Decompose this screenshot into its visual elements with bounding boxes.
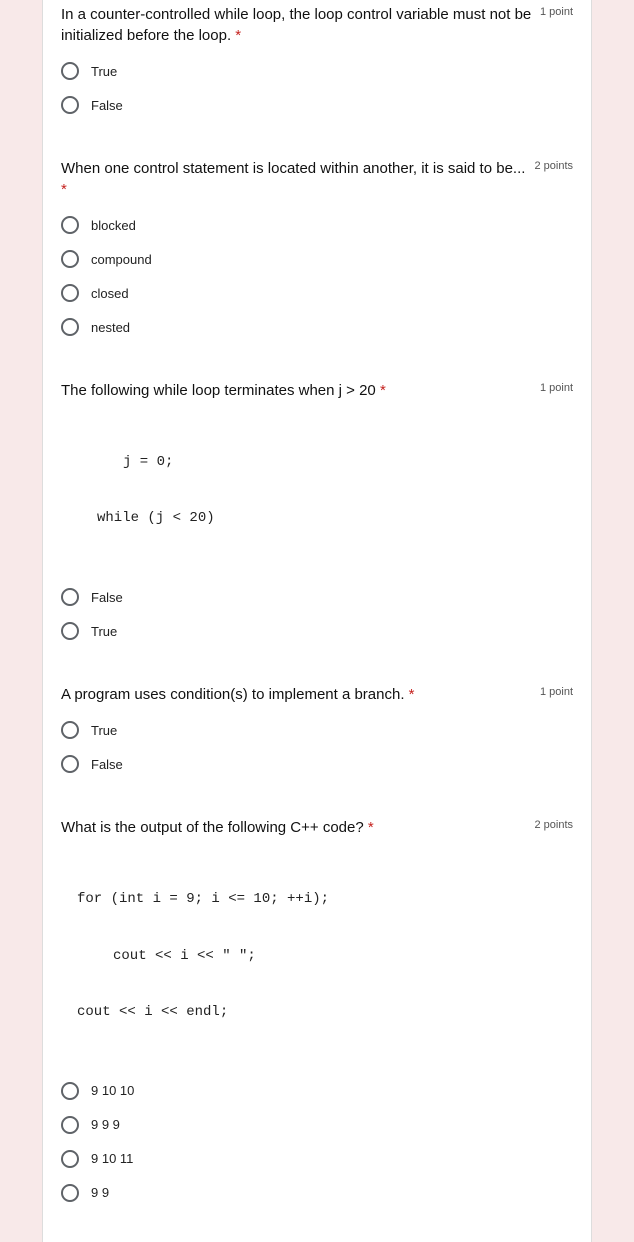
question-title: The following while loop terminates when… xyxy=(61,380,540,401)
required-mark: * xyxy=(380,382,386,399)
question-header: In a counter-controlled while loop, the … xyxy=(61,4,573,46)
option-label: True xyxy=(91,64,117,79)
question-title: A program uses condition(s) to implement… xyxy=(61,684,540,705)
code-line: cout << i << " "; xyxy=(113,947,573,966)
option-b[interactable]: 9 9 9 xyxy=(61,1116,573,1134)
option-blocked[interactable]: blocked xyxy=(61,216,573,234)
question-block: When one control statement is located wi… xyxy=(43,154,591,376)
option-label: 9 9 xyxy=(91,1185,109,1200)
options-group: True False xyxy=(61,62,573,114)
options-group: blocked compound closed nested xyxy=(61,216,573,336)
option-false[interactable]: False xyxy=(61,755,573,773)
question-block: The following while loop terminates when… xyxy=(43,376,591,680)
option-label: nested xyxy=(91,320,130,335)
question-text: In a counter-controlled while loop, the … xyxy=(61,6,531,44)
option-c[interactable]: 9 10 11 xyxy=(61,1150,573,1168)
points-label: 1 point xyxy=(540,684,573,698)
question-title: What is the output of the following C++ … xyxy=(61,817,534,838)
question-text: What is the output of the following C++ … xyxy=(61,819,364,836)
radio-icon xyxy=(61,250,79,268)
option-d[interactable]: 9 9 xyxy=(61,1184,573,1202)
option-label: 9 10 10 xyxy=(91,1083,134,1098)
options-group: True False xyxy=(61,721,573,773)
radio-icon xyxy=(61,1116,79,1134)
radio-icon xyxy=(61,216,79,234)
code-line: j = 0; xyxy=(123,453,573,472)
option-closed[interactable]: closed xyxy=(61,284,573,302)
option-a[interactable]: 9 10 10 xyxy=(61,1082,573,1100)
question-text: The following while loop terminates when… xyxy=(61,382,376,399)
code-line: cout << i << endl; xyxy=(77,1003,573,1022)
points-label: 2 points xyxy=(534,158,573,172)
question-header: When one control statement is located wi… xyxy=(61,158,573,200)
option-true[interactable]: True xyxy=(61,62,573,80)
option-false[interactable]: False xyxy=(61,588,573,606)
code-line: for (int i = 9; i <= 10; ++i); xyxy=(77,890,573,909)
question-header: A program uses condition(s) to implement… xyxy=(61,684,573,705)
points-label: 1 point xyxy=(540,4,573,18)
radio-icon xyxy=(61,1082,79,1100)
question-header: The following while loop terminates when… xyxy=(61,380,573,401)
option-label: False xyxy=(91,98,123,113)
option-label: False xyxy=(91,590,123,605)
question-header: What is the output of the following C++ … xyxy=(61,817,573,838)
required-mark: * xyxy=(61,181,67,198)
points-label: 2 points xyxy=(534,817,573,831)
option-true[interactable]: True xyxy=(61,622,573,640)
question-text: A program uses condition(s) to implement… xyxy=(61,686,405,703)
option-label: True xyxy=(91,723,117,738)
code-line: while (j < 20) xyxy=(97,509,573,528)
code-snippet: for (int i = 9; i <= 10; ++i); cout << i… xyxy=(61,852,573,1060)
radio-icon xyxy=(61,588,79,606)
radio-icon xyxy=(61,96,79,114)
code-snippet: j = 0; while (j < 20) xyxy=(61,415,573,566)
radio-icon xyxy=(61,318,79,336)
question-text: When one control statement is located wi… xyxy=(61,160,525,177)
option-compound[interactable]: compound xyxy=(61,250,573,268)
radio-icon xyxy=(61,62,79,80)
radio-icon xyxy=(61,1184,79,1202)
required-mark: * xyxy=(235,27,241,44)
option-label: True xyxy=(91,624,117,639)
option-false[interactable]: False xyxy=(61,96,573,114)
option-true[interactable]: True xyxy=(61,721,573,739)
radio-icon xyxy=(61,1150,79,1168)
form-container: In a counter-controlled while loop, the … xyxy=(42,0,592,1242)
radio-icon xyxy=(61,755,79,773)
option-label: 9 9 9 xyxy=(91,1117,120,1132)
question-block: In a counter-controlled while loop, the … xyxy=(43,0,591,154)
radio-icon xyxy=(61,284,79,302)
option-label: compound xyxy=(91,252,152,267)
radio-icon xyxy=(61,721,79,739)
radio-icon xyxy=(61,622,79,640)
required-mark: * xyxy=(368,819,374,836)
question-block: What is the output of the following C++ … xyxy=(43,813,591,1242)
options-group: False True xyxy=(61,588,573,640)
question-block: A program uses condition(s) to implement… xyxy=(43,680,591,813)
option-label: False xyxy=(91,757,123,772)
option-nested[interactable]: nested xyxy=(61,318,573,336)
option-label: 9 10 11 xyxy=(91,1151,133,1166)
question-title: When one control statement is located wi… xyxy=(61,158,534,200)
question-title: In a counter-controlled while loop, the … xyxy=(61,4,540,46)
options-group: 9 10 10 9 9 9 9 10 11 9 9 xyxy=(61,1082,573,1202)
option-label: blocked xyxy=(91,218,136,233)
option-label: closed xyxy=(91,286,129,301)
required-mark: * xyxy=(409,686,415,703)
points-label: 1 point xyxy=(540,380,573,394)
